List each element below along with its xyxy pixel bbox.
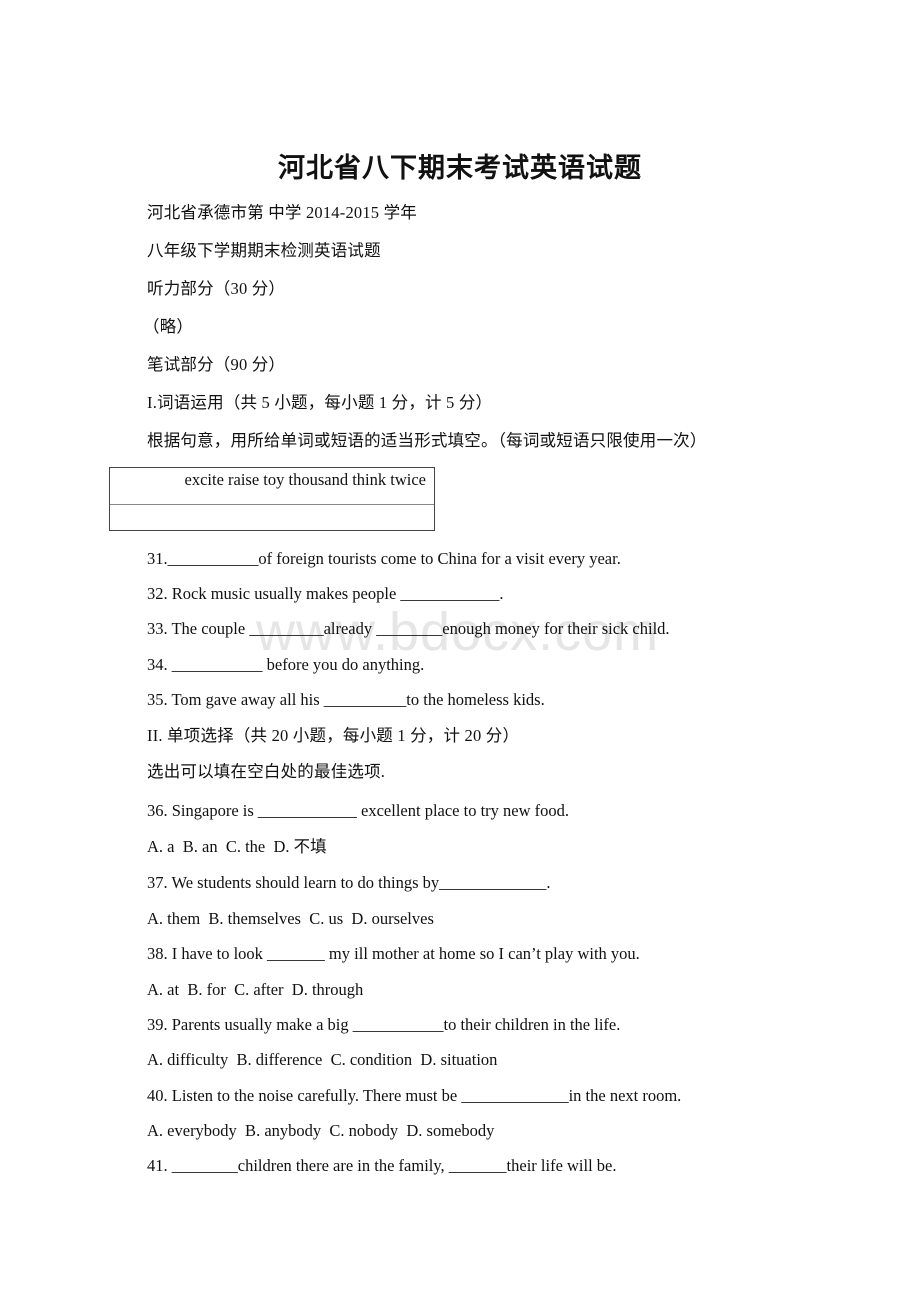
document-title: 河北省八下期末考试英语试题 [278, 153, 642, 183]
section1-heading: I.词语运用（共 5 小题，每小题 1 分，计 5 分） [147, 393, 493, 412]
written-heading: 笔试部分（90 分） [147, 355, 286, 374]
section1-instruction: 根据句意，用所给单词或短语的适当形式填空。（每词或短语只限使用一次） [147, 431, 707, 450]
exam-name-line: 八年级下学期期末检测英语试题 [147, 241, 381, 260]
question-41: 41. ________children there are in the fa… [147, 1156, 617, 1175]
question-37: 37. We students should learn to do thing… [147, 873, 551, 892]
section2-heading: II. 单项选择（共 20 小题，每小题 1 分，计 20 分） [147, 726, 520, 745]
options-38: A. at B. for C. after D. through [147, 980, 364, 999]
school-line: 河北省承德市第 中学 2014-2015 学年 [147, 203, 417, 222]
word-bank-empty-row [110, 505, 434, 531]
options-40: A. everybody B. anybody C. nobody D. som… [147, 1121, 495, 1140]
question-32: 32. Rock music usually makes people ____… [147, 584, 504, 603]
word-bank-table: excite raise toy thousand think twice [109, 467, 435, 531]
question-33: 33. The couple _________already ________… [147, 619, 670, 638]
question-38: 38. I have to look _______ my ill mother… [147, 944, 640, 963]
question-35: 35. Tom gave away all his __________to t… [147, 690, 545, 709]
section2-instruction: 选出可以填在空白处的最佳选项. [147, 762, 386, 781]
question-34: 34. ___________ before you do anything. [147, 655, 425, 674]
question-40: 40. Listen to the noise carefully. There… [147, 1086, 682, 1105]
listening-heading: 听力部分（30 分） [147, 279, 286, 298]
question-31: 31.___________of foreign tourists come t… [147, 549, 621, 568]
word-bank: excite raise toy thousand think twice [110, 468, 434, 505]
options-37: A. them B. themselves C. us D. ourselves [147, 909, 434, 928]
question-39: 39. Parents usually make a big _________… [147, 1015, 621, 1034]
options-39: A. difficulty B. difference C. condition… [147, 1050, 498, 1069]
document-page: www.bdocx.com 河北省八下期末考试英语试题 河北省承德市第 中学 2… [0, 0, 920, 1302]
options-36: A. a B. an C. the D. 不填 [147, 837, 327, 856]
question-36: 36. Singapore is ____________ excellent … [147, 801, 570, 820]
listening-omitted: （略） [143, 317, 194, 336]
